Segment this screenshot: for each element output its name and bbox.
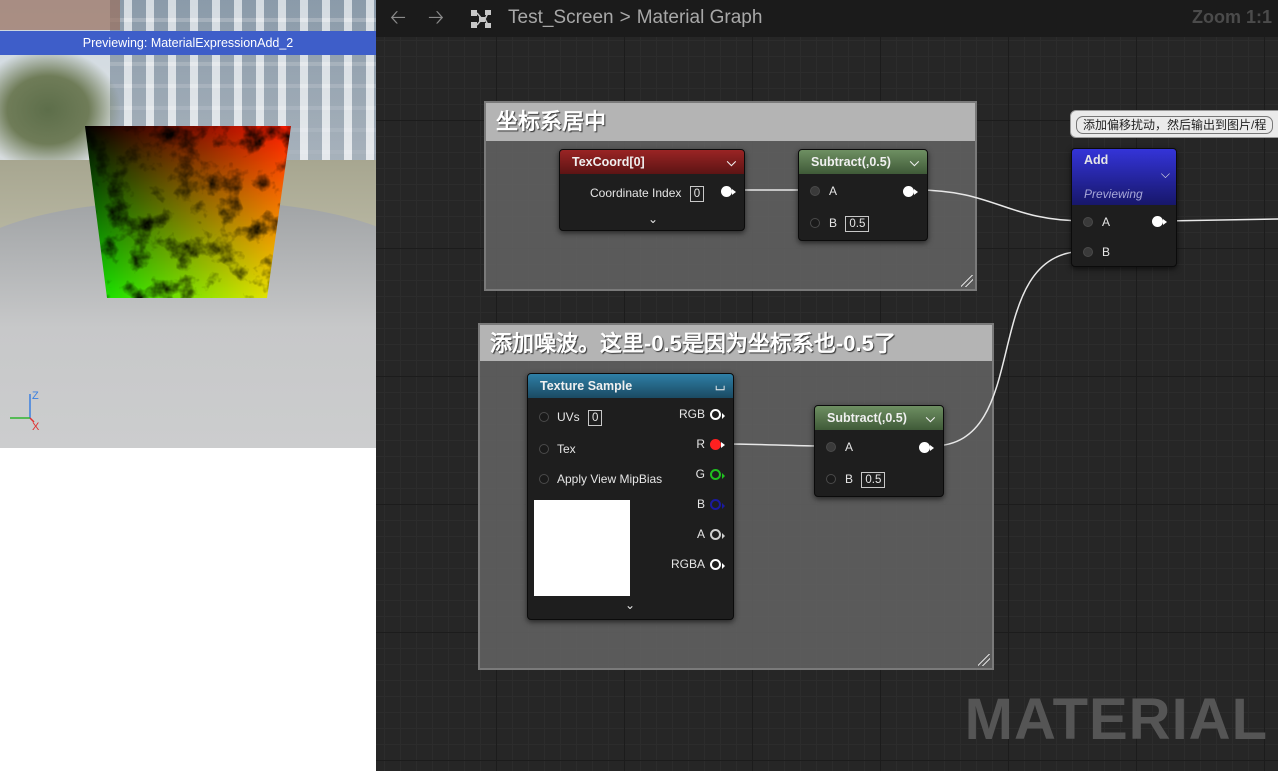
node-title: TexCoord[0]: [572, 155, 645, 169]
breadcrumb: Test_Screen > Material Graph: [508, 6, 762, 30]
chevron-down-icon[interactable]: ⌵: [727, 150, 736, 174]
zoom-level: Zoom 1:1: [1191, 7, 1272, 27]
chevron-down-icon[interactable]: ⌵: [910, 150, 919, 174]
input-pin-uvs[interactable]: [539, 412, 549, 422]
texcoord-param-row: Coordinate Index 0: [590, 185, 705, 202]
graph-watermark: MATERIAL: [964, 687, 1268, 752]
chevron-down-icon[interactable]: ⌵: [926, 406, 935, 430]
chevron-up-icon[interactable]: ⌴: [715, 374, 725, 398]
input-pin-b[interactable]: [810, 218, 820, 228]
node-comment-bubble: 添加偏移扰动，然后输出到图片/程: [1070, 110, 1278, 138]
pin-a-label: A: [829, 184, 838, 198]
output-pin-a[interactable]: [710, 529, 725, 540]
pin-b-label: B: [1102, 245, 1111, 259]
comment-title[interactable]: 坐标系居中: [486, 103, 975, 141]
output-rgb-label: RGB: [678, 407, 705, 421]
expand-chevron-icon[interactable]: ⌄: [625, 598, 635, 612]
arrow-left-icon[interactable]: 🡠: [386, 7, 410, 29]
output-pin-r[interactable]: [710, 439, 725, 450]
output-pin-rgb[interactable]: [710, 409, 725, 420]
breadcrumb-item-asset[interactable]: Test_Screen: [508, 7, 614, 28]
axis-z-label: Z: [32, 390, 39, 402]
preview-empty-area: [0, 448, 376, 771]
resize-grip-icon[interactable]: [978, 654, 990, 666]
node-subtitle: Previewing: [1084, 187, 1143, 201]
output-r-label: R: [696, 437, 705, 451]
node-header[interactable]: TexCoord[0] ⌵: [560, 150, 744, 174]
node-texcoord[interactable]: TexCoord[0] ⌵ Coordinate Index 0 ⌄: [559, 149, 745, 231]
material-graph-icon[interactable]: [470, 9, 494, 29]
preview-mesh-quad: [85, 126, 291, 298]
output-pin[interactable]: [903, 186, 918, 197]
output-pin[interactable]: [1152, 216, 1167, 227]
arrow-right-icon[interactable]: 🡢: [424, 7, 448, 29]
output-pin[interactable]: [721, 186, 736, 197]
output-pin-g[interactable]: [710, 469, 725, 480]
coordinate-index-field[interactable]: 0: [689, 186, 705, 202]
pin-b-row: B 0.5: [845, 471, 886, 488]
input-uvs-row: UVs 0: [557, 409, 603, 426]
material-graph-canvas[interactable]: 坐标系居中 添加噪波。这里-0.5是因为坐标系也-0.5了 TexCoord[0…: [376, 0, 1278, 771]
graph-toolbar: 🡠 🡢 Test_Screen > Material Graph Zoom 1:1: [376, 0, 1278, 37]
node-subtract-2[interactable]: Subtract(,0.5) ⌵ A B 0.5: [814, 405, 944, 497]
output-pin-b[interactable]: [710, 499, 725, 510]
input-pin-mipbias[interactable]: [539, 474, 549, 484]
chevron-down-icon[interactable]: ⌵: [1161, 167, 1170, 182]
node-header[interactable]: Texture Sample ⌴: [528, 374, 733, 398]
node-add[interactable]: Add Previewing ⌵ A B: [1071, 148, 1177, 267]
node-title: Texture Sample: [540, 379, 633, 393]
breadcrumb-separator: >: [619, 7, 631, 28]
viewport-roof: [0, 0, 120, 30]
output-a-label: A: [696, 527, 705, 541]
input-mipbias-label: Apply View MipBias: [557, 472, 663, 486]
node-title: Subtract(,0.5): [827, 411, 907, 425]
input-pin-tex[interactable]: [539, 444, 549, 454]
input-uvs-label: UVs: [557, 410, 580, 424]
node-title: Add: [1084, 153, 1109, 167]
resize-grip-icon[interactable]: [961, 275, 973, 287]
node-title: Subtract(,0.5): [811, 155, 891, 169]
b-value-field[interactable]: 0.5: [861, 472, 886, 488]
texture-thumbnail[interactable]: [534, 500, 630, 596]
pin-b-label: B: [829, 216, 838, 230]
input-pin-b[interactable]: [826, 474, 836, 484]
wire-add-output: [1163, 218, 1278, 222]
comment-title[interactable]: 添加噪波。这里-0.5是因为坐标系也-0.5了: [480, 325, 992, 361]
pin-a-label: A: [1102, 215, 1111, 229]
node-texture-sample[interactable]: Texture Sample ⌴ UVs 0 Tex Apply View Mi…: [527, 373, 734, 620]
output-b-label: B: [696, 497, 705, 511]
axis-x-label: X: [32, 421, 40, 433]
b-value-field[interactable]: 0.5: [845, 216, 870, 232]
pin-b-label: B: [845, 472, 854, 486]
output-pin-rgba[interactable]: [710, 559, 725, 570]
node-header[interactable]: Subtract(,0.5) ⌵: [815, 406, 943, 430]
comment-bubble-text: 添加偏移扰动，然后输出到图片/程: [1076, 116, 1274, 134]
input-pin-a[interactable]: [810, 186, 820, 196]
preview-viewport[interactable]: Previewing: MaterialExpressionAdd_2 Z X: [0, 0, 376, 448]
expand-chevron-icon[interactable]: ⌄: [648, 212, 658, 226]
output-g-label: G: [695, 467, 705, 481]
input-tex-label: Tex: [557, 442, 576, 456]
material-editor: Previewing: MaterialExpressionAdd_2 Z X …: [0, 0, 1278, 771]
axis-gizmo-icon: Z X: [10, 390, 40, 433]
input-pin-b[interactable]: [1083, 247, 1093, 257]
input-pin-a[interactable]: [1083, 217, 1093, 227]
output-pin[interactable]: [919, 442, 934, 453]
preview-status-bar: Previewing: MaterialExpressionAdd_2: [0, 31, 376, 55]
coordinate-index-label: Coordinate Index: [590, 186, 682, 200]
breadcrumb-item-graph[interactable]: Material Graph: [637, 7, 763, 28]
node-header[interactable]: Subtract(,0.5) ⌵: [799, 150, 927, 174]
uvs-value-field[interactable]: 0: [588, 410, 603, 426]
output-rgba-label: RGBA: [670, 557, 705, 571]
node-subtract-1[interactable]: Subtract(,0.5) ⌵ A B 0.5: [798, 149, 928, 241]
input-pin-a[interactable]: [826, 442, 836, 452]
pin-b-row: B 0.5: [829, 215, 870, 232]
node-header[interactable]: Add Previewing ⌵: [1072, 149, 1176, 205]
pin-a-label: A: [845, 440, 854, 454]
